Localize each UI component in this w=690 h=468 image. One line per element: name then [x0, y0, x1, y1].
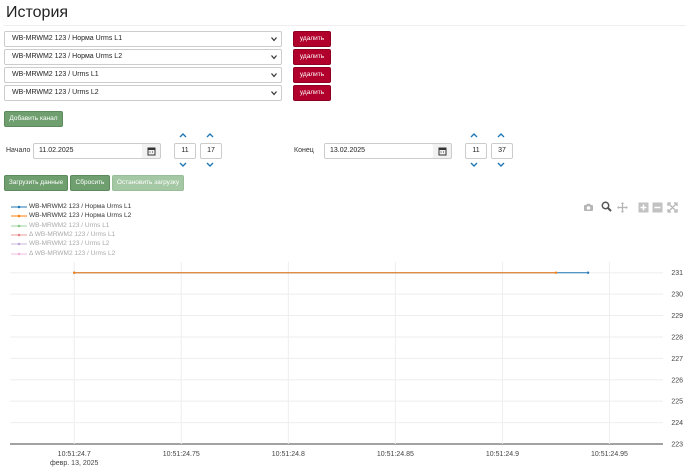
start-minute-up-icon[interactable]: [206, 132, 214, 138]
camera-icon[interactable]: [583, 202, 594, 213]
end-minute-up-icon[interactable]: [497, 132, 505, 138]
y-tick-label: 225: [671, 399, 683, 406]
series-point: [554, 271, 558, 274]
chevron-down-icon: [271, 55, 277, 60]
y-tick-label: 229: [671, 313, 683, 320]
legend-swatch: [11, 212, 27, 220]
legend-swatch: [11, 222, 27, 230]
x-axis: 10:51:24.7 10:51:24.75 10:51:24.8 10:51:24.…: [50, 451, 628, 467]
y-tick-label: 228: [671, 334, 683, 341]
legend-swatch: [11, 231, 27, 239]
chevron-down-icon: [271, 37, 277, 42]
channel-select-value: WB-MRWM2 123 / Норма Urms L1: [12, 35, 123, 42]
legend-swatch: [11, 240, 27, 248]
delete-channel-button[interactable]: удалить: [293, 49, 331, 65]
start-hour-down-icon[interactable]: [179, 162, 187, 168]
legend-item[interactable]: WB-MRWM2 123 / Норма Urms L2: [11, 212, 131, 221]
y-tick-label: 230: [671, 292, 683, 299]
x-tick-label: 10:51:24.75: [163, 451, 200, 458]
channel-select[interactable]: WB-MRWM2 123 / Норма Urms L2: [4, 49, 282, 65]
y-axis: 223 224 225 226 227 228 229 230 231: [671, 270, 683, 448]
calendar-icon: [438, 147, 447, 156]
start-hour-up-icon[interactable]: [179, 132, 187, 138]
pan-icon[interactable]: [617, 202, 628, 213]
chart-series: [73, 271, 590, 274]
x-tick-label: 10:51:24.9: [486, 451, 519, 458]
end-hour-up-icon[interactable]: [470, 132, 478, 138]
x-tick-label: 10:51:24.8: [272, 451, 305, 458]
start-minute-input[interactable]: 17: [200, 143, 222, 159]
end-minute-down-icon[interactable]: [497, 162, 505, 168]
y-tick-label: 226: [671, 377, 683, 384]
legend-item[interactable]: WB-MRWM2 123 / Urms L2: [11, 240, 109, 249]
channel-select[interactable]: WB-MRWM2 123 / Urms L1: [4, 67, 282, 83]
end-hour-down-icon[interactable]: [470, 162, 478, 168]
end-hour-input[interactable]: 11: [465, 143, 487, 159]
end-label: Конец: [294, 147, 314, 154]
channel-select-value: WB-MRWM2 123 / Норма Urms L2: [12, 53, 123, 60]
end-minute-input[interactable]: 37: [491, 143, 513, 159]
start-minute-down-icon[interactable]: [206, 162, 214, 168]
zoom-icon[interactable]: [601, 201, 612, 212]
load-data-button[interactable]: Загрузить данные: [4, 175, 68, 191]
delete-channel-button[interactable]: удалить: [293, 67, 331, 83]
start-hour-input[interactable]: 11: [174, 143, 196, 159]
legend-label: WB-MRWM2 123 / Норма Urms L1: [29, 203, 132, 210]
end-calendar-button[interactable]: [433, 143, 452, 159]
legend-item[interactable]: Δ WB-MRWM2 123 / Urms L2: [11, 250, 115, 259]
add-channel-button[interactable]: Добавить канал: [4, 111, 63, 127]
channel-select[interactable]: WB-MRWM2 123 / Норма Urms L1: [4, 31, 282, 47]
end-date-input[interactable]: 13.02.2025: [324, 143, 434, 159]
reset-button[interactable]: Сбросить: [70, 175, 110, 191]
chevron-down-icon: [271, 91, 277, 96]
delete-channel-button[interactable]: удалить: [293, 85, 331, 101]
channel-select-value: WB-MRWM2 123 / Urms L1: [12, 71, 99, 78]
channel-select[interactable]: WB-MRWM2 123 / Urms L2: [4, 85, 282, 101]
delete-channel-button[interactable]: удалить: [293, 31, 331, 47]
legend-label: WB-MRWM2 123 / Норма Urms L2: [29, 212, 132, 220]
start-date-input[interactable]: 11.02.2025: [33, 143, 143, 159]
series-point: [73, 271, 76, 274]
zoom-out-icon[interactable]: [652, 202, 663, 213]
chevron-down-icon: [271, 73, 277, 78]
zoom-in-icon[interactable]: [638, 202, 649, 213]
page-title: История: [6, 4, 69, 21]
x-axis-date-label: февр. 13, 2025: [50, 460, 99, 467]
legend-label: WB-MRWM2 123 / Urms L1: [29, 221, 110, 229]
y-tick-label: 227: [671, 356, 683, 363]
legend-label: WB-MRWM2 123 / Urms L2: [29, 240, 110, 248]
channel-select-value: WB-MRWM2 123 / Urms L2: [12, 89, 99, 96]
y-tick-label: 231: [671, 270, 683, 277]
legend-swatch: [11, 203, 27, 211]
stop-loading-button[interactable]: Остановить загрузку: [112, 175, 184, 191]
start-calendar-button[interactable]: [142, 143, 161, 159]
start-label: Начало: [6, 147, 31, 154]
legend-item[interactable]: Δ WB-MRWM2 123 / Urms L1: [11, 231, 115, 240]
legend-item[interactable]: WB-MRWM2 123 / Норма Urms L1: [11, 203, 131, 212]
series-point: [586, 271, 590, 274]
y-tick-label: 223: [671, 442, 683, 449]
history-chart: 223224225226227228229230231 10:51:24.7 10…: [10, 262, 683, 467]
legend-item[interactable]: WB-MRWM2 123 / Urms L1: [11, 222, 109, 231]
autoscale-icon[interactable]: [667, 202, 678, 213]
y-tick-label: 224: [671, 420, 683, 427]
divider: [4, 25, 686, 26]
legend-label: Δ WB-MRWM2 123 / Urms L1: [29, 230, 116, 238]
x-tick-label: 10:51:24.85: [377, 451, 414, 458]
chart-grid: [10, 262, 663, 445]
x-tick-label: 10:51:24.95: [591, 451, 628, 458]
legend-label: Δ WB-MRWM2 123 / Urms L2: [29, 249, 116, 257]
legend-swatch: [11, 250, 27, 258]
x-tick-label: 10:51:24.7: [58, 451, 91, 458]
calendar-icon: [147, 147, 156, 156]
